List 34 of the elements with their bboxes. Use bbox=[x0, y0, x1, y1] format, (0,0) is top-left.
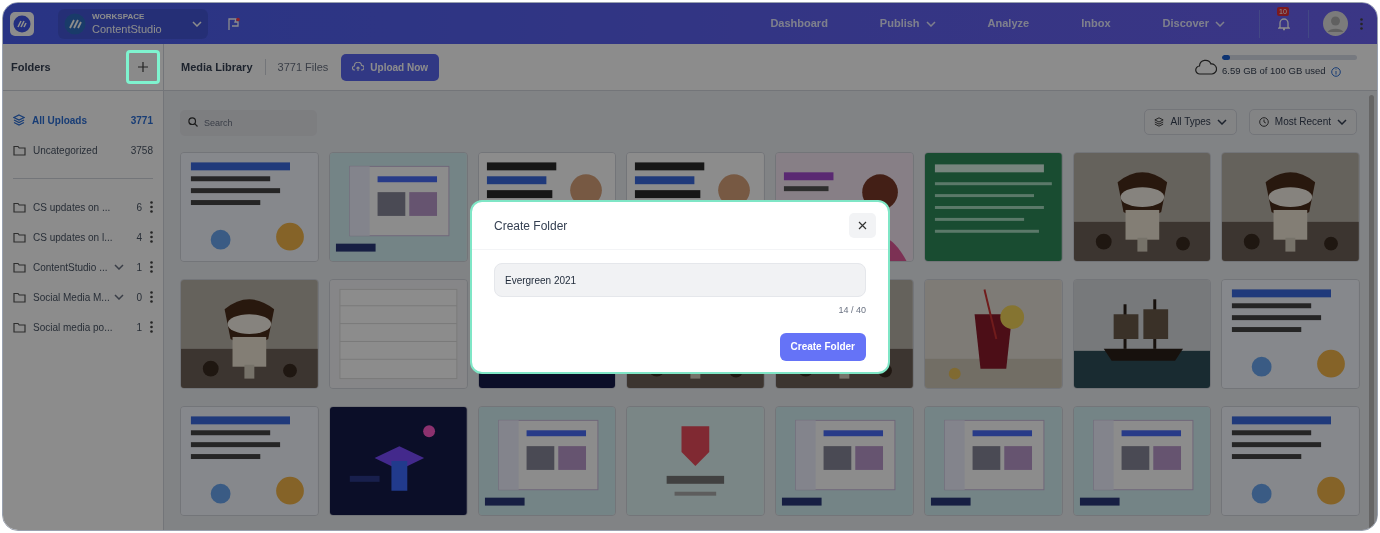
create-folder-button[interactable]: Create Folder bbox=[779, 332, 866, 361]
nav-link[interactable]: Dashboard bbox=[770, 15, 828, 32]
sidebar-title: Folders bbox=[11, 59, 51, 75]
item-count: 1 bbox=[136, 260, 142, 275]
filter-dropdown[interactable]: All Types bbox=[1144, 108, 1237, 135]
nav-link[interactable]: Analyze bbox=[987, 15, 1030, 32]
dialog-title: Create Folder bbox=[494, 217, 568, 235]
folder-item[interactable]: CS updates on l... 4 bbox=[13, 222, 153, 252]
folder-item[interactable]: Social Media M... 0 bbox=[13, 282, 153, 312]
search-field[interactable]: Search bbox=[180, 109, 317, 136]
folder-item[interactable]: All Uploads 3771 bbox=[13, 105, 153, 135]
character-counter: 14 / 40 bbox=[838, 304, 866, 317]
item-count: 0 bbox=[136, 290, 142, 305]
item-count: 3758 bbox=[130, 143, 153, 158]
filter-dropdown[interactable]: Most Recent bbox=[1248, 108, 1357, 135]
folder-item[interactable]: CS updates on ... 6 bbox=[13, 192, 153, 222]
upload-button[interactable]: Upload Now bbox=[341, 53, 440, 81]
storage-text: 6.59 GB of 100 GB used bbox=[1222, 64, 1326, 79]
workspace-name: ContentStudio bbox=[92, 23, 162, 35]
folder-item[interactable]: Social media po... 1 bbox=[13, 312, 153, 342]
item-count: 1 bbox=[136, 320, 142, 335]
item-count: 6 bbox=[136, 200, 142, 215]
folder-item[interactable]: Uncategorized 3758 bbox=[13, 135, 153, 165]
item-count: 4 bbox=[136, 230, 142, 245]
nav-link[interactable]: Discover bbox=[1162, 15, 1225, 32]
folder-item[interactable]: ContentStudio ... 1 bbox=[13, 252, 153, 282]
folder-name-field[interactable]: Evergreen 2021 bbox=[494, 263, 866, 297]
workspace-switcher[interactable]: WORKSPACE ContentStudio bbox=[58, 8, 208, 39]
page-title: Media Library bbox=[181, 59, 253, 75]
item-count: 3771 bbox=[130, 113, 153, 128]
file-count: 3771 Files bbox=[277, 59, 329, 75]
workspace-label: WORKSPACE bbox=[92, 12, 146, 21]
nav-link[interactable]: Inbox bbox=[1081, 15, 1111, 32]
nav-link[interactable]: Publish bbox=[879, 15, 936, 32]
